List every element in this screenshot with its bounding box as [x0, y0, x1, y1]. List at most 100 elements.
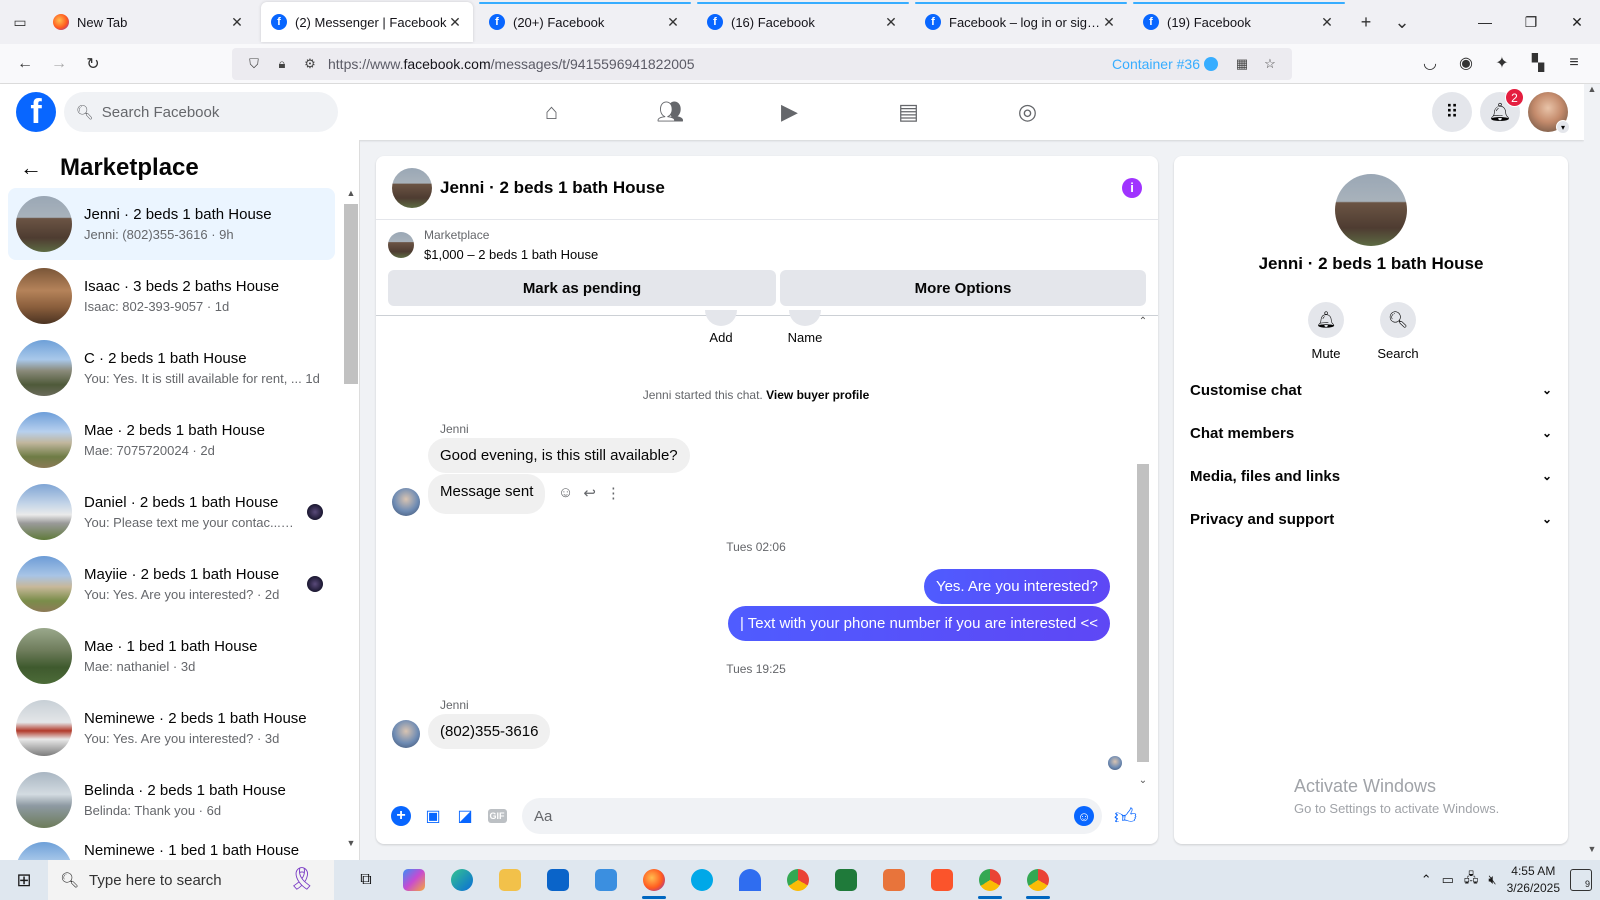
- incoming-message[interactable]: Message sent: [428, 474, 546, 514]
- arc-browser-icon[interactable]: [726, 860, 774, 900]
- back-arrow-icon[interactable]: ←: [20, 155, 42, 181]
- list-item[interactable]: Daniel · 2 beds 1 bath House You: Please …: [8, 476, 335, 548]
- paint-icon[interactable]: [870, 860, 918, 900]
- restore-button[interactable]: ❐: [1508, 0, 1554, 44]
- name-action[interactable]: Name: [775, 310, 835, 345]
- more-vertical-icon[interactable]: ⋮: [606, 484, 621, 502]
- new-tab-button[interactable]: +: [1348, 0, 1384, 44]
- media-files-links-section[interactable]: Media, files and links ⌄: [1190, 456, 1552, 496]
- tab-facebook-16[interactable]: f (16) Facebook ✕: [697, 2, 909, 42]
- view-buyer-profile-link[interactable]: View buyer profile: [766, 388, 869, 402]
- outgoing-message[interactable]: | Text with your phone number if you are…: [728, 606, 1110, 641]
- back-arrow-icon[interactable]: ←: [8, 49, 42, 79]
- firefox-taskbar-icon[interactable]: [630, 860, 678, 900]
- list-item[interactable]: Mae · 2 beds 1 bath House Mae: 7075720024…: [8, 404, 335, 476]
- reply-icon[interactable]: ↩: [583, 484, 596, 502]
- pocket-icon[interactable]: ◡: [1412, 48, 1448, 78]
- list-item[interactable]: Neminewe · 1 bed 1 bath House: [8, 836, 335, 860]
- container-badge[interactable]: Container #36: [1112, 56, 1218, 72]
- add-attachment-button[interactable]: +: [386, 801, 416, 831]
- qr-code-icon[interactable]: ▦: [1228, 56, 1256, 72]
- search-in-chat-button[interactable]: 🔍︎ Search: [1377, 302, 1419, 361]
- scrollbar-thumb[interactable]: [344, 204, 358, 384]
- customise-chat-section[interactable]: Customise chat ⌄: [1190, 370, 1552, 410]
- info-icon[interactable]: i: [1122, 177, 1142, 198]
- brave-icon[interactable]: [918, 860, 966, 900]
- scroll-up-arrow-icon[interactable]: ▲: [344, 188, 358, 198]
- extensions-icon[interactable]: ✦: [1484, 48, 1520, 78]
- emoji-icon[interactable]: ☺: [1074, 806, 1094, 826]
- menu-grid-icon[interactable]: ⠿: [1432, 92, 1472, 132]
- list-item[interactable]: Isaac · 3 beds 2 baths House Isaac: 802-3…: [8, 260, 335, 332]
- list-item[interactable]: Mayiie · 2 beds 1 bath House You: Yes. Ar…: [8, 548, 335, 620]
- mute-button[interactable]: 🔔︎ Mute: [1306, 302, 1346, 361]
- list-item[interactable]: Neminewe · 2 beds 1 bath House You: Yes. …: [8, 692, 335, 764]
- list-item[interactable]: Belinda · 2 beds 1 bath House Belinda: Th…: [8, 764, 335, 836]
- tab-facebook-19[interactable]: f (19) Facebook ✕: [1133, 2, 1345, 42]
- thumbs-up-icon[interactable]: 👍︎: [1114, 803, 1137, 830]
- forward-arrow-icon[interactable]: →: [42, 49, 76, 79]
- tab-facebook-login[interactable]: f Facebook – log in or sign up ✕: [915, 2, 1127, 42]
- sender-avatar[interactable]: [392, 720, 420, 748]
- sticker-icon[interactable]: ◪: [450, 801, 480, 831]
- video-icon[interactable]: ▶: [730, 84, 849, 140]
- list-item[interactable]: C · 2 beds 1 bath House You: Yes. It is s…: [8, 332, 335, 404]
- chat-members-section[interactable]: Chat members ⌄: [1190, 413, 1552, 453]
- task-view-icon[interactable]: ⧉: [342, 860, 390, 900]
- account-icon[interactable]: ◉: [1448, 48, 1484, 78]
- chevron-up-icon[interactable]: ⌃: [1421, 872, 1432, 888]
- bookmark-star-icon[interactable]: ☆: [1256, 56, 1284, 72]
- close-tab-icon[interactable]: ✕: [447, 14, 463, 31]
- sender-avatar[interactable]: [392, 488, 420, 516]
- gif-button[interactable]: GIF: [482, 801, 512, 831]
- scroll-down-arrow-icon[interactable]: ⌄: [1136, 775, 1150, 786]
- outgoing-message[interactable]: Yes. Are you interested?: [923, 569, 1110, 604]
- chrome-profile-gm-icon[interactable]: [966, 860, 1014, 900]
- minimize-button[interactable]: —: [1462, 0, 1508, 44]
- taskbar-search-input[interactable]: 🔍︎ Type here to search 🎗︎: [48, 860, 334, 900]
- close-tab-icon[interactable]: ✕: [883, 14, 899, 31]
- close-window-button[interactable]: ✕: [1554, 0, 1600, 44]
- close-tab-icon[interactable]: ✕: [1319, 14, 1335, 31]
- facebook-logo-icon[interactable]: f: [16, 92, 56, 132]
- home-icon[interactable]: ⌂: [492, 84, 611, 140]
- search-input[interactable]: 🔍︎ Search Facebook: [64, 92, 338, 132]
- chat-avatar-large[interactable]: [1335, 174, 1407, 246]
- address-bar[interactable]: ⛉ 🔒︎ ⚙ https://www.facebook.com/messages…: [232, 48, 1292, 80]
- react-emoji-icon[interactable]: ☺: [558, 484, 573, 502]
- list-item[interactable]: Jenni · 2 beds 1 bath House Jenni: (802)3…: [8, 188, 335, 260]
- chat-avatar[interactable]: [392, 167, 432, 208]
- permissions-icon[interactable]: ⚙: [296, 56, 324, 72]
- file-explorer-icon[interactable]: [486, 860, 534, 900]
- tab-messenger[interactable]: f (2) Messenger | Facebook ✕: [261, 2, 473, 42]
- more-options-button[interactable]: More Options: [780, 270, 1146, 306]
- page-scrollbar[interactable]: ▲ ▼: [1584, 84, 1600, 860]
- message-input[interactable]: Aa ☺: [522, 798, 1102, 834]
- close-tab-icon[interactable]: ✕: [1101, 14, 1117, 31]
- tab-new-tab[interactable]: New Tab ✕: [43, 2, 255, 42]
- marketplace-icon[interactable]: ▤: [849, 84, 968, 140]
- outlook-icon[interactable]: [534, 860, 582, 900]
- chrome-icon[interactable]: [774, 860, 822, 900]
- scroll-up-arrow-icon[interactable]: ▲: [1584, 84, 1600, 100]
- chrome-profile-r-icon[interactable]: [1014, 860, 1062, 900]
- photo-icon[interactable]: ▣: [418, 801, 448, 831]
- scroll-up-arrow-icon[interactable]: ⌃: [1136, 316, 1150, 327]
- profile-avatar[interactable]: ▾: [1528, 92, 1570, 134]
- scrollbar-thumb[interactable]: [1137, 464, 1149, 762]
- incoming-message[interactable]: Good evening, is this still available?: [428, 438, 690, 473]
- scroll-down-arrow-icon[interactable]: ▼: [1584, 844, 1600, 860]
- clock[interactable]: 4:55 AM 3/26/2025: [1507, 863, 1560, 897]
- groups-icon[interactable]: ◎: [968, 84, 1087, 140]
- sidebar-scrollbar[interactable]: ▲ ▼: [344, 188, 358, 848]
- awareness-ribbon-icon[interactable]: 🎗︎: [288, 866, 316, 894]
- lock-icon[interactable]: 🔒︎: [268, 56, 296, 72]
- thread-scrollbar[interactable]: ⌃ ⌄: [1136, 316, 1150, 786]
- notifications-bell-icon[interactable]: 🔔︎ 2: [1480, 88, 1524, 132]
- tab-facebook-20[interactable]: f (20+) Facebook ✕: [479, 2, 691, 42]
- menu-icon[interactable]: ≡: [1556, 48, 1592, 78]
- notification-center-icon[interactable]: 9: [1570, 869, 1592, 891]
- mark-as-pending-button[interactable]: Mark as pending: [388, 270, 776, 306]
- privacy-support-section[interactable]: Privacy and support ⌄: [1190, 499, 1552, 539]
- scroll-down-arrow-icon[interactable]: ▼: [344, 838, 358, 848]
